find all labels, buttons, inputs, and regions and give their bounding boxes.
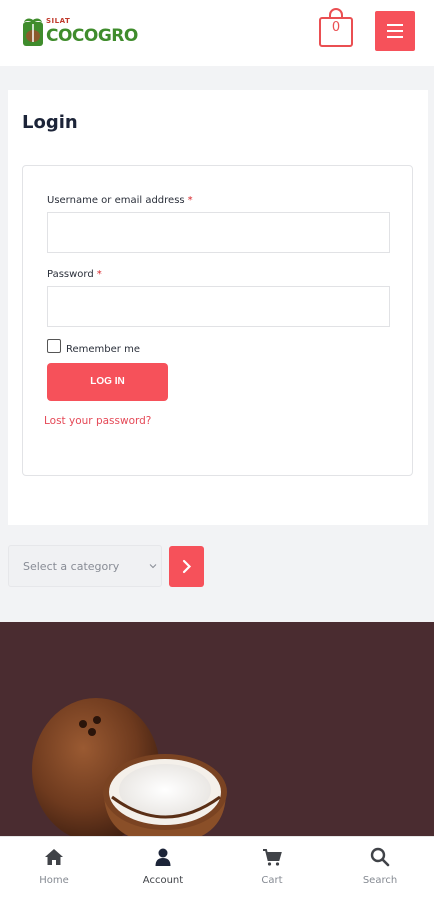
login-form: Username or email address * Password * Rem… xyxy=(22,165,413,476)
search-icon xyxy=(370,847,390,867)
remember-me-label: Remember me xyxy=(66,344,140,355)
hamburger-icon xyxy=(387,24,403,26)
password-label-text: Password xyxy=(47,269,94,280)
category-select[interactable]: Select a category xyxy=(8,545,162,587)
cart-icon xyxy=(263,849,282,866)
hamburger-icon-line xyxy=(387,36,403,38)
cart-count-badge: 0 xyxy=(331,20,341,35)
chevron-right-icon xyxy=(182,559,192,574)
nav-search[interactable]: Search xyxy=(326,837,434,900)
menu-button[interactable] xyxy=(375,11,415,51)
remember-me-checkbox[interactable] xyxy=(47,339,61,353)
logo-subtitle: SILAT xyxy=(46,17,71,25)
header-cart-button[interactable]: 0 xyxy=(318,8,354,48)
site-logo[interactable]: SILAT COCOGRO xyxy=(22,14,138,52)
category-go-button[interactable] xyxy=(169,546,204,587)
palm-logo-icon xyxy=(23,18,43,46)
nav-cart[interactable]: Cart xyxy=(218,837,326,900)
coconut-image xyxy=(32,698,227,836)
lost-password-link[interactable]: Lost your password? xyxy=(44,415,151,427)
category-select-value: Select a category xyxy=(23,560,120,573)
login-button[interactable]: LOG IN xyxy=(47,363,168,401)
login-card: Login Username or email address * Passwor… xyxy=(8,90,428,525)
nav-account[interactable]: Account xyxy=(109,837,217,900)
username-label-text: Username or email address xyxy=(47,195,185,206)
nav-home[interactable]: Home xyxy=(0,837,108,900)
required-mark: * xyxy=(96,269,102,280)
page-title: Login xyxy=(22,112,78,133)
nav-search-label: Search xyxy=(362,875,398,886)
required-mark: * xyxy=(187,195,193,206)
password-input[interactable] xyxy=(47,286,390,327)
username-label: Username or email address * xyxy=(47,195,193,206)
site-header: SILAT COCOGRO 0 xyxy=(0,0,434,66)
hero-banner xyxy=(0,622,434,836)
chevron-down-icon xyxy=(149,564,157,569)
bottom-nav: Home Account Cart Search xyxy=(0,836,434,900)
home-icon xyxy=(45,849,63,865)
nav-cart-label: Cart xyxy=(261,875,283,886)
nav-home-label: Home xyxy=(39,875,69,886)
logo-text: COCOGRO xyxy=(46,26,138,46)
username-input[interactable] xyxy=(47,212,390,253)
user-icon xyxy=(155,848,171,866)
password-label: Password * xyxy=(47,269,102,280)
nav-account-label: Account xyxy=(142,875,184,886)
hamburger-icon-line xyxy=(387,30,403,32)
